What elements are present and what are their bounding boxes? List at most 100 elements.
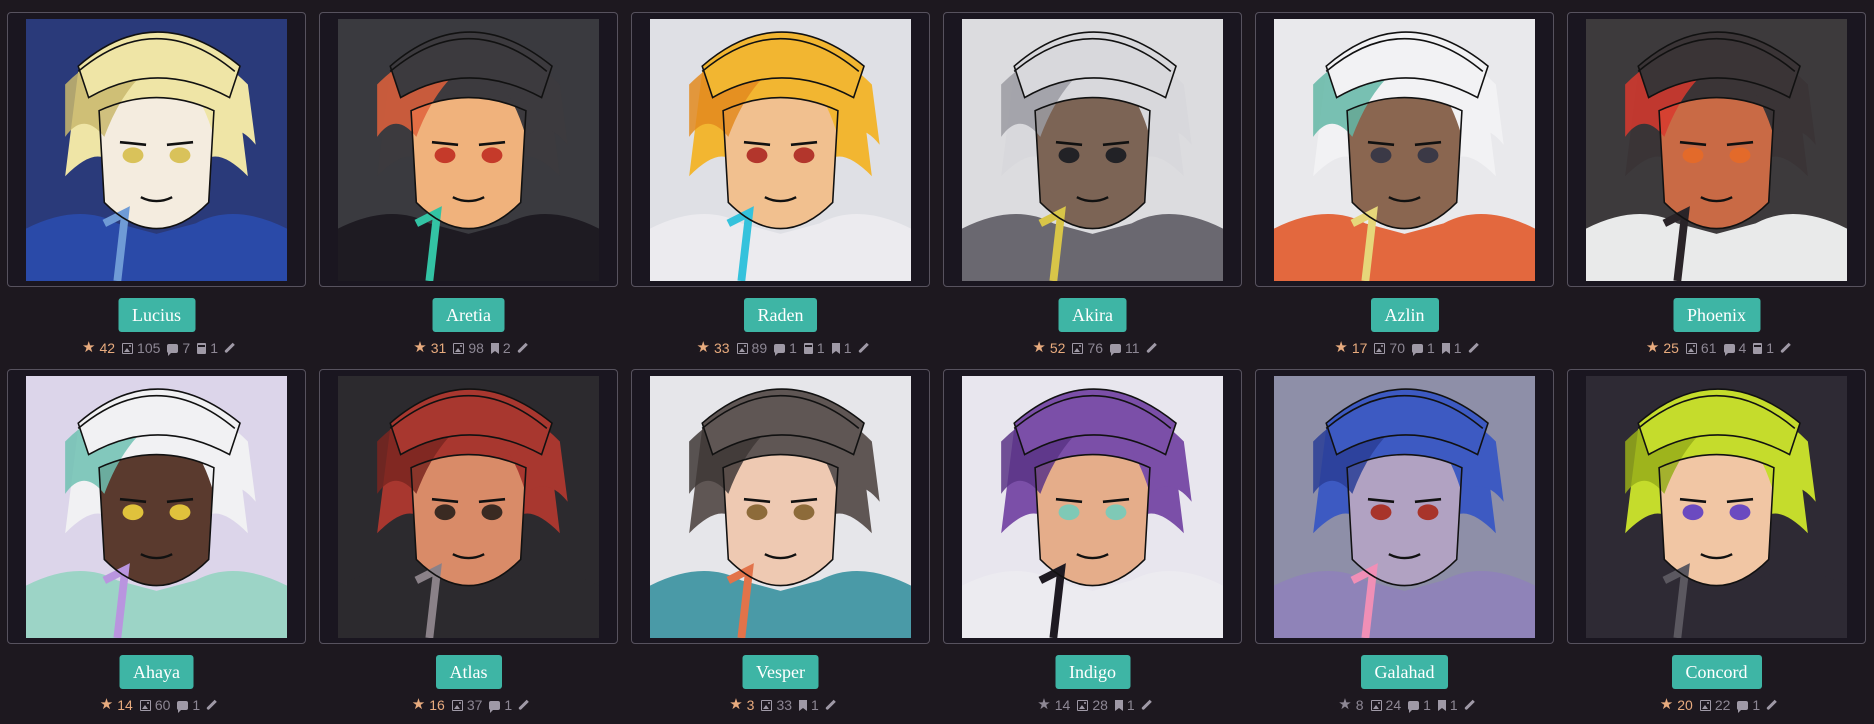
character-thumbnail[interactable] — [319, 12, 618, 287]
image-icon — [1685, 342, 1697, 354]
favorites-stat-count: 31 — [430, 340, 447, 356]
character-name-button[interactable]: Ahaya — [119, 655, 194, 689]
character-name-button[interactable]: Akira — [1058, 298, 1127, 332]
character-thumbnail[interactable] — [1255, 12, 1554, 287]
character-card-galahad: Galahad ★ 8 24 1 1 — [1255, 369, 1554, 714]
edit-pencil-icon[interactable] — [1467, 342, 1479, 354]
image-icon — [1374, 342, 1386, 354]
character-thumbnail[interactable] — [7, 12, 306, 287]
folder-icon — [1753, 342, 1763, 354]
character-stats: ★ 42 105 7 1 — [7, 340, 306, 356]
character-name-button[interactable]: Atlas — [435, 655, 502, 689]
favorites-stat: ★ 42 — [82, 340, 116, 357]
character-name-button[interactable]: Aretia — [432, 298, 505, 332]
character-stats: ★ 8 24 1 1 — [1255, 697, 1554, 713]
character-thumbnail[interactable] — [631, 12, 930, 287]
folder-icon — [197, 342, 207, 354]
images-stat: 28 — [1077, 697, 1108, 713]
character-card-phoenix: Phoenix ★ 25 61 4 1 — [1567, 12, 1866, 357]
images-stat-count: 60 — [154, 697, 171, 713]
favorites-stat-count: 42 — [99, 340, 116, 356]
character-stats: ★ 14 60 1 — [7, 697, 306, 713]
character-card-indigo: Indigo ★ 14 28 1 — [943, 369, 1242, 714]
favorites-stat: ★ 3 — [729, 696, 754, 714]
images-stat: 33 — [761, 697, 792, 713]
character-thumbnail[interactable] — [1255, 369, 1554, 644]
bookmark-icon — [1437, 699, 1446, 711]
edit-pencil-icon[interactable] — [206, 699, 218, 711]
star-icon: ★ — [411, 696, 426, 713]
character-stats: ★ 31 98 2 — [319, 340, 618, 356]
character-name-button[interactable]: Azlin — [1370, 298, 1439, 332]
favorites-stat-count: 8 — [1355, 697, 1364, 713]
comments-stat: 11 — [1110, 340, 1140, 356]
character-thumbnail[interactable] — [7, 369, 306, 644]
character-card-vesper: Vesper ★ 3 33 1 — [631, 369, 930, 714]
image-icon — [1699, 699, 1711, 711]
comments-stat-count: 7 — [182, 340, 191, 356]
edit-pencil-icon[interactable] — [1766, 699, 1778, 711]
bookmarks-stat: 1 — [1441, 340, 1462, 356]
character-thumbnail[interactable] — [1567, 369, 1866, 644]
favorites-stat: ★ 14 — [100, 697, 133, 714]
edit-pencil-icon[interactable] — [1780, 342, 1791, 354]
comment-icon — [1723, 343, 1735, 356]
bookmarks-stat: 1 — [1114, 697, 1135, 713]
image-icon — [1072, 342, 1084, 354]
image-icon — [451, 699, 463, 711]
character-portrait-image — [962, 376, 1223, 638]
character-name-button[interactable]: Indigo — [1055, 655, 1130, 689]
character-name-button[interactable]: Lucius — [118, 298, 195, 332]
bookmarks-stat-count: 1 — [811, 697, 819, 713]
character-thumbnail[interactable] — [943, 12, 1242, 287]
character-grid: Lucius ★ 42 105 7 1 Aretia ★ 31 98 2 Raden ★ 33 89 1 1… — [7, 12, 1866, 714]
character-stats: ★ 20 22 1 — [1567, 697, 1866, 713]
images-stat: 24 — [1370, 697, 1401, 713]
edit-pencil-icon[interactable] — [518, 699, 530, 711]
images-stat: 98 — [453, 340, 484, 356]
character-thumbnail[interactable] — [631, 369, 930, 644]
star-icon: ★ — [1032, 339, 1046, 356]
edit-pencil-icon[interactable] — [857, 342, 869, 354]
character-thumbnail[interactable] — [1567, 12, 1866, 287]
star-icon: ★ — [1338, 696, 1352, 713]
character-thumbnail[interactable] — [943, 369, 1242, 644]
folders-stat: 1 — [803, 340, 825, 356]
character-thumbnail[interactable] — [319, 369, 618, 644]
edit-pencil-icon[interactable] — [825, 699, 836, 711]
star-icon: ★ — [413, 339, 427, 356]
star-icon: ★ — [729, 696, 743, 713]
character-stats: ★ 14 28 1 — [943, 697, 1242, 713]
image-icon — [1370, 699, 1382, 711]
character-name-button[interactable]: Phoenix — [1672, 298, 1761, 332]
edit-pencil-icon[interactable] — [1145, 342, 1157, 354]
character-portrait-image — [338, 19, 599, 281]
edit-pencil-icon[interactable] — [516, 342, 528, 354]
image-icon — [453, 342, 465, 354]
character-stats: ★ 16 37 1 — [319, 697, 618, 713]
folders-stat: 1 — [1753, 340, 1774, 356]
character-name-button[interactable]: Raden — [743, 298, 818, 332]
edit-pencil-icon[interactable] — [224, 342, 235, 354]
character-name-button[interactable]: Vesper — [742, 655, 819, 689]
character-name-button[interactable]: Concord — [1671, 655, 1762, 689]
character-portrait-image — [962, 19, 1223, 281]
favorites-stat: ★ 31 — [413, 339, 447, 357]
edit-pencil-icon[interactable] — [1463, 699, 1475, 711]
favorites-stat-count: 14 — [117, 697, 133, 713]
image-icon — [761, 699, 773, 711]
character-card-ahaya: Ahaya ★ 14 60 1 — [7, 369, 306, 714]
comments-stat-count: 1 — [1752, 697, 1761, 713]
star-icon: ★ — [1659, 696, 1674, 713]
edit-pencil-icon[interactable] — [1140, 699, 1152, 711]
favorites-stat-count: 14 — [1054, 697, 1071, 713]
comments-stat-count: 11 — [1125, 340, 1140, 356]
character-stats: ★ 33 89 1 1 1 — [631, 340, 930, 356]
images-stat: 70 — [1374, 340, 1405, 356]
character-stats: ★ 17 70 1 1 — [1255, 340, 1554, 356]
character-name-button[interactable]: Galahad — [1360, 655, 1449, 689]
bookmarks-stat-count: 2 — [502, 340, 511, 356]
bookmarks-stat-count: 1 — [1126, 697, 1135, 713]
image-icon — [122, 342, 134, 354]
comments-stat: 1 — [1408, 697, 1431, 713]
